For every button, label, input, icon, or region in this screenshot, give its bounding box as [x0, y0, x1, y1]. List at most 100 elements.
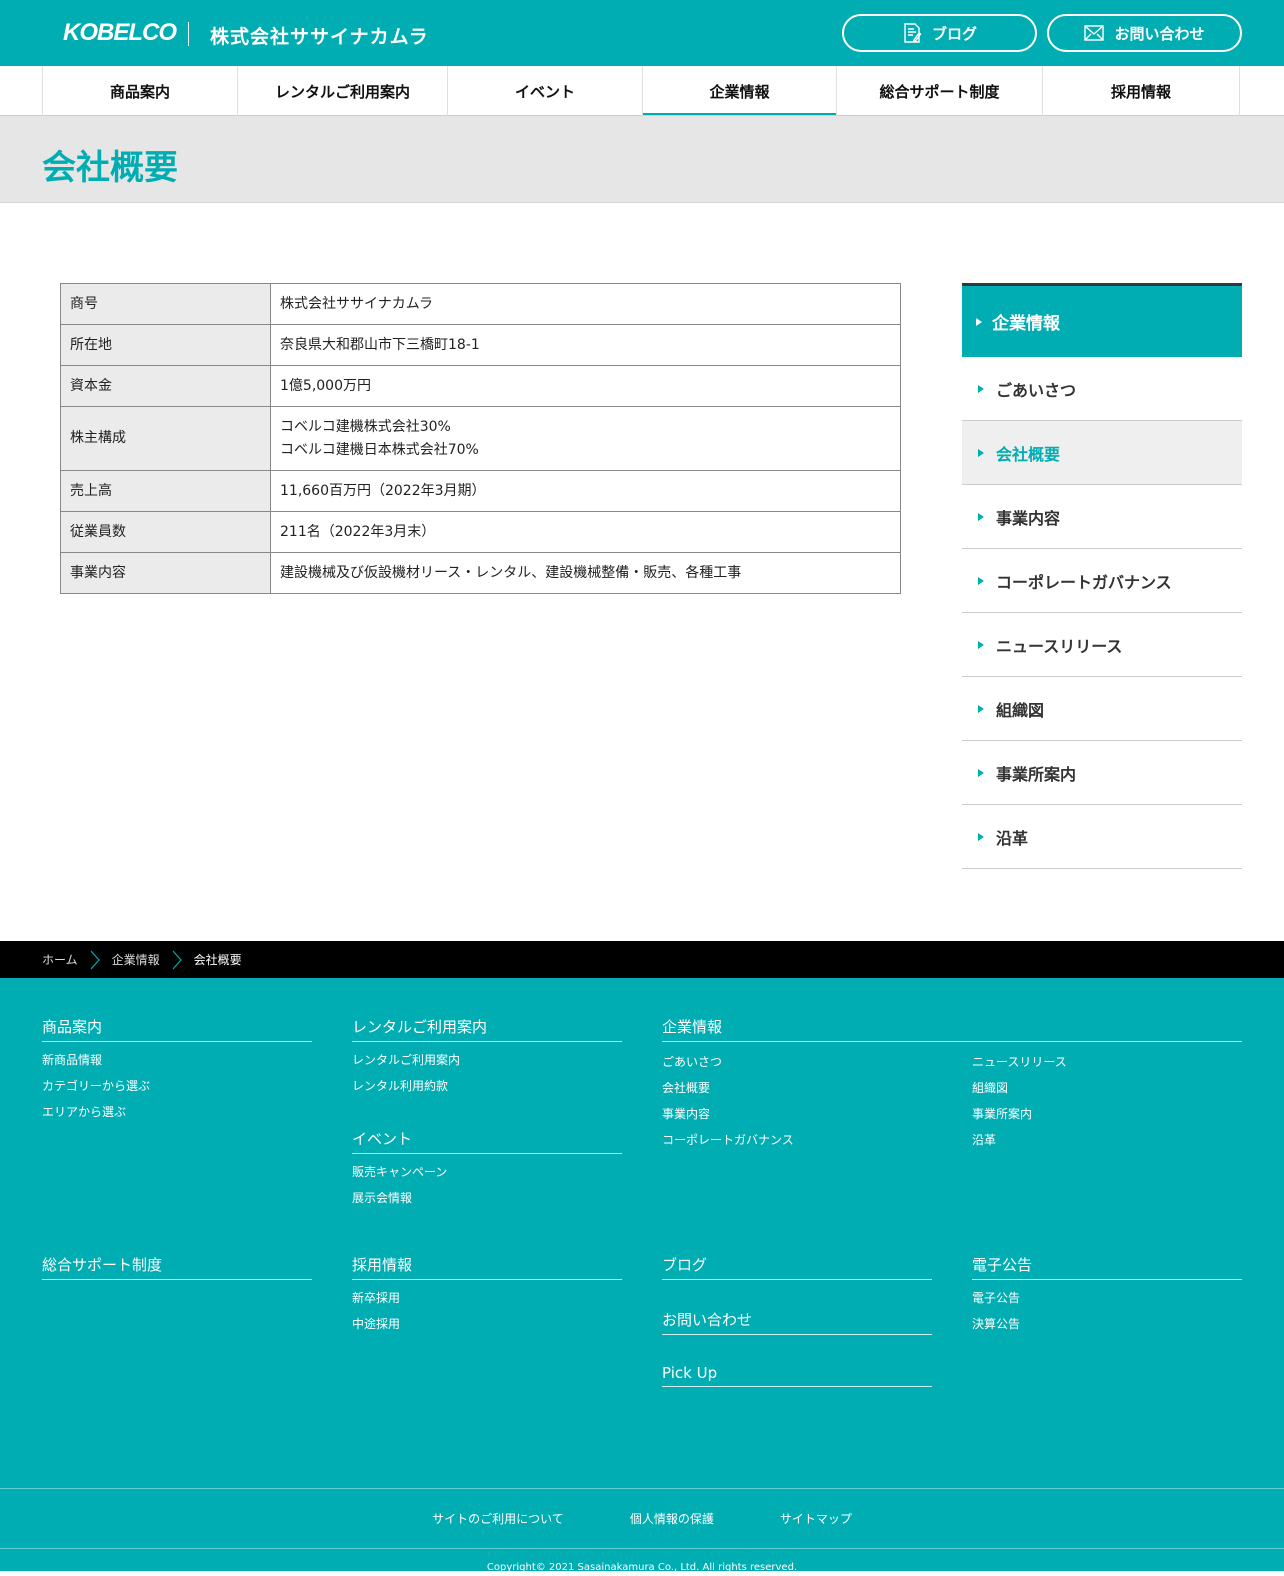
sidebar-head[interactable]: 企業情報: [962, 283, 1242, 357]
global-nav: 商品案内 レンタルご利用案内 イベント 企業情報 総合サポート制度 採用情報: [0, 66, 1284, 116]
table-row: 売上高 11,660百万円（2022年3月期）: [60, 470, 901, 512]
gnav-item-support[interactable]: 総合サポート制度: [837, 66, 1043, 116]
row-label: 資本金: [60, 365, 271, 407]
triangle-right-icon: [978, 640, 984, 649]
table-row: 株主構成 コベルコ建機株式会社30% コベルコ建機日本株式会社70%: [60, 406, 901, 471]
breadcrumb-corporate[interactable]: 企業情報: [112, 951, 160, 968]
gnav-item-corporate[interactable]: 企業情報: [643, 66, 837, 116]
blog-label: ブログ: [931, 24, 977, 43]
kobelco-logo[interactable]: KOBELCO: [63, 19, 177, 46]
footer-link[interactable]: 電子公告: [972, 1290, 1242, 1306]
site-header: KOBELCO 株式会社ササイナカムラ ブログ お問い合わせ: [0, 0, 1284, 66]
sidebar-item-company-profile[interactable]: 会社概要: [962, 421, 1242, 485]
footer-col-rental: レンタルご利用案内 レンタルご利用案内 レンタル利用約款: [352, 1016, 622, 1094]
footer-head-recruit[interactable]: 採用情報: [352, 1254, 622, 1280]
footer-link[interactable]: 事業内容: [662, 1106, 942, 1122]
footer-link[interactable]: 展示会情報: [352, 1190, 622, 1206]
triangle-right-icon: [978, 448, 984, 457]
row-label: 所在地: [60, 324, 271, 366]
gnav-item-event[interactable]: イベント: [448, 66, 643, 116]
footer-col-blog: ブログ: [662, 1254, 932, 1280]
footer-head-blog[interactable]: ブログ: [662, 1254, 932, 1280]
table-row: 資本金 1億5,000万円: [60, 365, 901, 407]
footer-legal-terms[interactable]: サイトのご利用について: [432, 1510, 564, 1527]
sidebar-item-label: ごあいさつ: [996, 380, 1077, 400]
footer-link[interactable]: 沿革: [972, 1132, 1242, 1148]
triangle-right-icon: [978, 576, 984, 585]
footer-legal-sitemap[interactable]: サイトマップ: [780, 1510, 852, 1527]
footer-link[interactable]: 中途採用: [352, 1316, 622, 1332]
footer-link[interactable]: 決算公告: [972, 1316, 1242, 1332]
row-value: 建設機械及び仮設機材リース・レンタル、建設機械整備・販売、各種工事: [270, 552, 901, 594]
row-value: コベルコ建機株式会社30% コベルコ建機日本株式会社70%: [270, 406, 901, 471]
footer-link[interactable]: コーポレートガバナンス: [662, 1132, 942, 1148]
breadcrumb-current: 会社概要: [193, 953, 242, 967]
blog-button[interactable]: ブログ: [842, 14, 1037, 52]
gnav-item-rental[interactable]: レンタルご利用案内: [238, 66, 448, 116]
footer-link[interactable]: 組織図: [972, 1080, 1242, 1096]
footer-link[interactable]: レンタル利用約款: [352, 1078, 622, 1094]
table-row: 従業員数 211名（2022年3月末）: [60, 511, 901, 553]
brand-text: KOBELCO: [63, 19, 177, 46]
footer-link[interactable]: レンタルご利用案内: [352, 1052, 622, 1068]
footer-link[interactable]: 販売キャンペーン: [352, 1164, 622, 1180]
row-value: 株式会社ササイナカムラ: [270, 283, 901, 325]
footer-col-event: イベント 販売キャンペーン 展示会情報: [352, 1128, 622, 1206]
footer-legal-links: サイトのご利用について 個人情報の保護 サイトマップ: [0, 1488, 1284, 1549]
row-value: 奈良県大和郡山市下三橋町18-1: [270, 324, 901, 366]
footer-head-corporate[interactable]: 企業情報: [662, 1016, 1242, 1042]
footer-head-contact[interactable]: お問い合わせ: [662, 1309, 932, 1335]
footer-head-products[interactable]: 商品案内: [42, 1016, 312, 1042]
footer-link[interactable]: 会社概要: [662, 1080, 942, 1096]
triangle-right-icon: [978, 832, 984, 841]
footer-head-support[interactable]: 総合サポート制度: [42, 1254, 312, 1280]
sidebar-item-offices[interactable]: 事業所案内: [962, 741, 1242, 805]
site-footer: 商品案内 新商品情報 カテゴリーから選ぶ エリアから選ぶ レンタルご利用案内 レ…: [0, 978, 1284, 1573]
sidebar-item-business[interactable]: 事業内容: [962, 485, 1242, 549]
gnav-item-recruit[interactable]: 採用情報: [1043, 66, 1240, 116]
sidebar-item-label: 事業内容: [996, 508, 1061, 528]
contact-button[interactable]: お問い合わせ: [1047, 14, 1242, 52]
footer-link[interactable]: ニュースリリース: [972, 1054, 1242, 1070]
sidebar-item-org-chart[interactable]: 組織図: [962, 677, 1242, 741]
footer-link[interactable]: 新卒採用: [352, 1290, 622, 1306]
footer-col-recruit: 採用情報 新卒採用 中途採用: [352, 1254, 622, 1332]
footer-head-rental[interactable]: レンタルご利用案内: [352, 1016, 622, 1042]
company-logo[interactable]: 株式会社ササイナカムラ: [210, 22, 429, 49]
row-label: 株主構成: [60, 406, 271, 471]
sidebar-item-greeting[interactable]: ごあいさつ: [962, 357, 1242, 421]
footer-head-event[interactable]: イベント: [352, 1128, 622, 1154]
breadcrumb: ホーム 企業情報 会社概要: [0, 941, 1284, 978]
footer-head-pickup[interactable]: Pick Up: [662, 1364, 932, 1387]
blog-icon: [904, 23, 922, 43]
copyright: Copyright© 2021 Sasainakamura Co., Ltd. …: [486, 1562, 798, 1573]
sidebar-head-label: 企業情報: [992, 314, 1060, 334]
breadcrumb-home[interactable]: ホーム: [42, 951, 78, 968]
footer-col-epublic: 電子公告 電子公告 決算公告: [972, 1254, 1242, 1332]
footer-col-corporate: 企業情報: [662, 1016, 1242, 1042]
triangle-right-icon: [978, 768, 984, 777]
sidebar-item-history[interactable]: 沿革: [962, 805, 1242, 869]
footer-corp-links-left: ごあいさつ 会社概要 事業内容 コーポレートガバナンス: [662, 1040, 942, 1148]
footer-link[interactable]: 新商品情報: [42, 1052, 312, 1068]
row-label: 商号: [60, 283, 271, 325]
mail-icon: [1084, 25, 1105, 41]
footer-col-pickup: Pick Up: [662, 1364, 932, 1387]
table-row: 所在地 奈良県大和郡山市下三橋町18-1: [60, 324, 901, 366]
footer-link[interactable]: カテゴリーから選ぶ: [42, 1078, 312, 1094]
footer-link[interactable]: 事業所案内: [972, 1106, 1242, 1122]
row-label: 従業員数: [60, 511, 271, 553]
sidebar-item-label: 事業所案内: [996, 764, 1077, 784]
chevron-right-icon: [172, 950, 182, 969]
footer-head-epublic[interactable]: 電子公告: [972, 1254, 1242, 1280]
gnav-item-products[interactable]: 商品案内: [43, 66, 238, 116]
footer-corp-links-right: ニュースリリース 組織図 事業所案内 沿革: [972, 1040, 1242, 1148]
shareholder-1: コベルコ建機株式会社30%: [280, 418, 451, 435]
sidebar-item-news[interactable]: ニュースリリース: [962, 613, 1242, 677]
triangle-right-icon: [978, 704, 984, 713]
footer-link[interactable]: エリアから選ぶ: [42, 1104, 312, 1120]
sidebar-item-governance[interactable]: コーポレートガバナンス: [962, 549, 1242, 613]
footer-legal-privacy[interactable]: 個人情報の保護: [630, 1510, 714, 1527]
footer-link[interactable]: ごあいさつ: [662, 1054, 942, 1070]
row-label: 売上高: [60, 470, 271, 512]
